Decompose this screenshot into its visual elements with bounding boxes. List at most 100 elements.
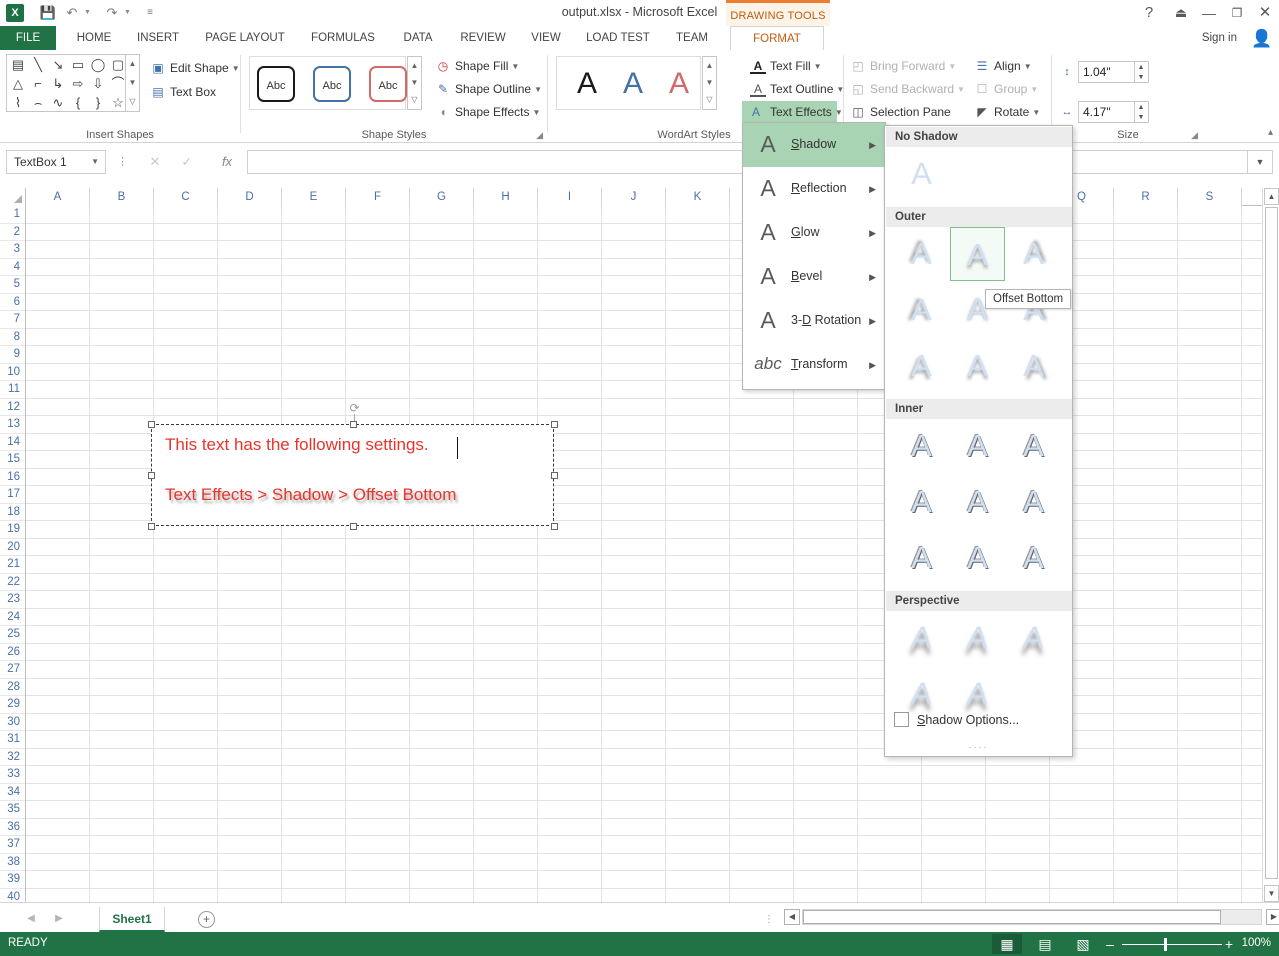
shadow-preset-inner-1[interactable]: A [894, 419, 949, 473]
scroll-up-icon[interactable]: ▲ [408, 57, 421, 74]
shadow-preset-outer-3[interactable]: A [1006, 227, 1061, 281]
shadow-preset-outer-2[interactable]: A [950, 227, 1005, 281]
row-header-16[interactable]: 16 [0, 469, 25, 486]
row-header-36[interactable]: 36 [0, 819, 25, 836]
resize-handle-ne[interactable] [551, 421, 558, 428]
cell-area[interactable] [26, 206, 1262, 902]
column-header-G[interactable]: G [410, 188, 474, 206]
scroll-up-icon[interactable]: ▲ [126, 55, 139, 73]
text-outline-button[interactable]: A Text Outline ▼ [748, 78, 844, 100]
scroll-up-icon[interactable]: ▲ [703, 57, 716, 74]
wordart-styles-scroll[interactable]: ▲ ▼ ▽ [702, 56, 717, 110]
row-header-23[interactable]: 23 [0, 591, 25, 609]
shape-curve-icon[interactable]: ∿ [49, 94, 67, 112]
shadow-preset-perspective-5[interactable]: A [947, 667, 1008, 721]
cancel-entry-icon[interactable]: ✕ [140, 151, 170, 173]
tab-team[interactable]: TEAM [664, 26, 720, 50]
row-header-20[interactable]: 20 [0, 539, 25, 556]
menu-item-3d-rotation[interactable]: A 3-D Rotation ▶ [743, 299, 885, 343]
restore-icon[interactable]: ❐ [1224, 2, 1250, 24]
row-header-34[interactable]: 34 [0, 784, 25, 801]
tab-page-layout[interactable]: PAGE LAYOUT [192, 26, 298, 50]
text-box-button[interactable]: ▤ Text Box [148, 81, 216, 103]
shadow-preset-outer-1[interactable]: A [894, 227, 949, 281]
shadow-preset-outer-4[interactable]: A [894, 283, 949, 337]
shadow-preset-no-shadow-1[interactable]: A [894, 147, 949, 201]
row-header-17[interactable]: 17 [0, 486, 25, 504]
shape-style-preview-1[interactable]: Abc [257, 66, 295, 102]
shadow-preset-outer-7[interactable]: A [894, 339, 949, 393]
next-sheet-icon[interactable]: ▶ [48, 911, 70, 927]
row-header-11[interactable]: 11 [0, 381, 25, 399]
previous-sheet-icon[interactable]: ◀ [20, 911, 42, 927]
shape-elbow-arrow-icon[interactable]: ↳ [49, 75, 67, 93]
shape-outline-button[interactable]: ✎ Shape Outline ▼ [433, 78, 542, 100]
shape-line-icon[interactable]: ╲ [29, 56, 47, 74]
tab-formulas[interactable]: FORMULAS [302, 26, 384, 50]
column-header-K[interactable]: K [666, 188, 730, 206]
tab-format[interactable]: FORMAT [730, 26, 824, 50]
text-effects-menu[interactable]: A Shadow ▶ A Reflection ▶ A Glow ▶ A Bevel ▶ A 3-D Ro… [742, 122, 886, 390]
shadow-preset-perspective-3[interactable]: A [1003, 611, 1064, 665]
normal-view-icon[interactable]: ▦ [992, 934, 1022, 954]
shape-elbow-icon[interactable]: ⌐ [29, 75, 47, 93]
align-button[interactable]: ☰ Align ▼ [972, 55, 1032, 77]
shadow-preset-inner-6[interactable]: A [1006, 475, 1061, 529]
shape-left-brace-icon[interactable]: { [69, 94, 87, 112]
row-header-6[interactable]: 6 [0, 294, 25, 311]
row-header-32[interactable]: 32 [0, 749, 25, 766]
shape-styles-gallery[interactable]: Abc Abc Abc [249, 56, 407, 110]
gallery-more-icon[interactable]: ▽ [126, 93, 139, 111]
tab-view[interactable]: VIEW [522, 26, 570, 50]
column-header-R[interactable]: R [1114, 188, 1178, 206]
gallery-more-icon[interactable]: ▽ [408, 91, 421, 108]
tab-split-grip[interactable]: ⋮ [764, 914, 774, 925]
shape-arc-icon[interactable]: ⌢ [29, 94, 47, 112]
page-break-view-icon[interactable]: ▧ [1068, 934, 1098, 954]
bring-forward-button[interactable]: ◰ Bring Forward ▼ [848, 55, 956, 77]
shapes-gallery-scroll[interactable]: ▲ ▼ ▽ [125, 54, 140, 112]
column-header-C[interactable]: C [154, 188, 218, 206]
zoom-slider-track[interactable] [1122, 944, 1222, 945]
selection-pane-button[interactable]: ◫ Selection Pane [848, 101, 950, 123]
scroll-down-icon[interactable]: ▼ [1264, 885, 1279, 902]
help-icon[interactable]: ? [1136, 2, 1162, 24]
resize-handle-w[interactable] [148, 472, 155, 479]
column-header-I[interactable]: I [538, 188, 602, 206]
menu-resize-grip[interactable]: ···· [885, 742, 1072, 752]
shape-effects-button[interactable]: ◖ Shape Effects ▼ [433, 101, 540, 123]
shape-style-preview-3[interactable]: Abc [369, 66, 407, 102]
resize-handle-nw[interactable] [148, 421, 155, 428]
row-header-31[interactable]: 31 [0, 731, 25, 749]
scroll-right-icon[interactable]: ▶ [1266, 909, 1279, 925]
text-fill-button[interactable]: A Text Fill ▼ [748, 55, 822, 77]
scroll-down-icon[interactable]: ▼ [408, 74, 421, 91]
resize-handle-e[interactable] [551, 472, 558, 479]
row-header-28[interactable]: 28 [0, 679, 25, 696]
shadow-preset-inner-3[interactable]: A [1006, 419, 1061, 473]
insert-function-icon[interactable]: fx [212, 151, 242, 173]
horizontal-scrollbar[interactable]: ◀ ▶ [784, 909, 1279, 926]
row-header-12[interactable]: 12 [0, 399, 25, 416]
row-header-5[interactable]: 5 [0, 276, 25, 294]
shadow-preset-perspective-4[interactable]: A [891, 667, 952, 721]
tab-home[interactable]: HOME [66, 26, 122, 50]
page-layout-view-icon[interactable]: ▤ [1030, 934, 1060, 954]
horizontal-scroll-thumb[interactable] [803, 910, 1221, 924]
column-header-E[interactable]: E [282, 188, 346, 206]
stepper-up-icon[interactable]: ▲ [1135, 103, 1147, 112]
shadow-preset-inner-2[interactable]: A [950, 419, 1005, 473]
row-header-33[interactable]: 33 [0, 766, 25, 784]
shape-textbox-icon[interactable]: ▤ [9, 56, 27, 74]
ribbon-display-options-icon[interactable]: ⏏ [1168, 2, 1194, 24]
shape-width-input[interactable]: 4.17" [1078, 101, 1135, 123]
row-header-39[interactable]: 39 [0, 871, 25, 889]
row-header-24[interactable]: 24 [0, 609, 25, 626]
name-box[interactable]: TextBox 1 ▼ [6, 150, 106, 174]
shadow-gallery-menu[interactable]: Shadow Options... ···· No Shadow A Outer A A… [884, 125, 1073, 757]
row-header-4[interactable]: 4 [0, 259, 25, 276]
scroll-down-icon[interactable]: ▼ [126, 74, 139, 92]
stepper-down-icon[interactable]: ▼ [1135, 113, 1147, 122]
tab-file[interactable]: FILE [0, 26, 56, 50]
row-header-10[interactable]: 10 [0, 364, 25, 381]
